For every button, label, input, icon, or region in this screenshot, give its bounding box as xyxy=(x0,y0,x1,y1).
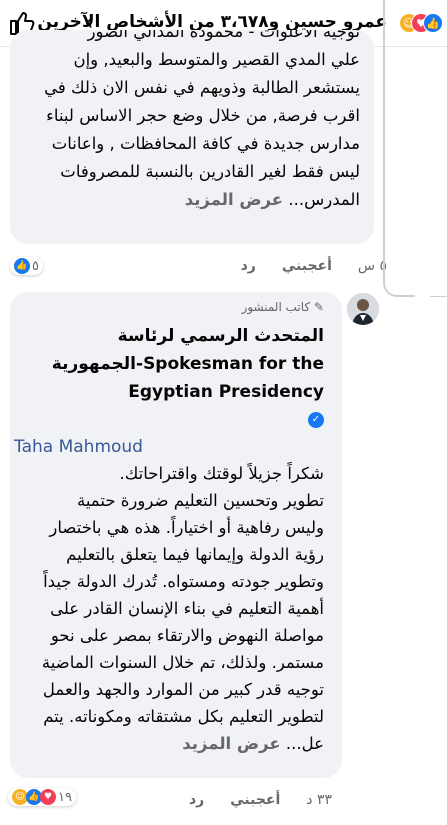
reply-line: مستمر. ولذلك، تم خلال السنوات الماضية xyxy=(41,653,324,672)
reply-time[interactable]: ٣٣ د xyxy=(306,792,332,808)
see-more-link[interactable]: عرض المزيد xyxy=(182,734,280,753)
official-reply-bubble: ✎ كاتب المنشور المتحدث الرسمي لرئاسة Spo… xyxy=(10,292,342,778)
like-button[interactable]: أعجبني xyxy=(282,258,332,274)
reply-line: أهمية التعليم في بناء الإنسان القادر على xyxy=(50,599,324,618)
author-badge: ✎ كاتب المنشور xyxy=(14,300,324,322)
reaction-count[interactable]: 👍 ٥ xyxy=(10,257,43,275)
comment-text: توجيه الاعلوات - محموده المدالي الصور عل… xyxy=(20,30,360,214)
tagged-user-link[interactable]: Taha Mahmoud xyxy=(14,434,324,460)
comment-line: توجيه الاعلوات - محموده المدالي الصور xyxy=(87,30,360,41)
comment-line: ليس فقط لغير القادرين بالنسبة للمصروفات xyxy=(60,162,360,181)
reply-line: عل... xyxy=(285,734,324,753)
comment-line: المدرس... xyxy=(288,190,360,209)
author-badge-label: كاتب المنشور xyxy=(241,300,311,314)
reply-button[interactable]: رد xyxy=(189,792,204,808)
author-name-line: Spokesman for the-الجمهورية xyxy=(51,354,324,374)
reply-text: شكراً جزيلاً لوقتك واقتراحاتك. تطوير وتح… xyxy=(14,460,324,757)
like-icon: 👍 xyxy=(14,258,30,274)
comment-line: علي المدي القصير والمتوسط والبعيد, وإن xyxy=(73,50,360,69)
reply-line: وتطوير جودته ومستواه. تُدرك الدولة جيداً xyxy=(43,572,324,591)
comment-bubble: توجيه الاعلوات - محموده المدالي الصور عل… xyxy=(10,30,374,244)
comment-line: يستشعر الطالبة وذويهم في نفس الان ذلك في xyxy=(44,78,360,97)
reply-line: رؤية الدولة وإيمانها فيما يتعلق بالتعليم xyxy=(66,545,324,564)
reaction-count-value: ١٩ xyxy=(58,789,72,805)
author-name-line: المتحدث الرسمي لرئاسة xyxy=(117,326,324,346)
reply-line: وليس رفاهية أو اختياراً. هذه هي باختصار xyxy=(49,518,324,537)
thread-line xyxy=(383,0,385,250)
verified-badge-icon: ✓ xyxy=(308,412,324,428)
reply-line: توجيه قدر كبير من الموارد والجهد والعمل xyxy=(42,680,324,699)
avatar[interactable] xyxy=(347,293,379,325)
reply-line: لتطوير التعليم بكل مشتقاته ومكوناته. يتم xyxy=(43,707,324,726)
thread-connector xyxy=(383,250,415,297)
comment-actions: ٥ س أعجبني رد xyxy=(241,258,387,274)
comment-line: مدارس جديدة في كافة المحافظات , واعانات xyxy=(51,134,360,153)
author-name-line: Egyptian Presidency xyxy=(128,382,324,402)
reply-line: تطوير وتحسين التعليم ضرورة حتمية xyxy=(76,491,324,510)
see-more-link[interactable]: عرض المزيد xyxy=(185,190,283,209)
reply-line: شكراً جزيلاً لوقتك واقتراحاتك. xyxy=(119,464,324,483)
reaction-count[interactable]: ☺ 👍 ♥ ١٩ xyxy=(8,788,76,806)
reaction-count-value: ٥ xyxy=(32,258,39,274)
pencil-icon: ✎ xyxy=(313,300,324,314)
comment-line: اقرب فرصة, من خلال وضع حجر الاساس لبناء xyxy=(46,106,360,125)
like-button[interactable]: أعجبني xyxy=(230,792,280,808)
love-icon: ♥ xyxy=(40,789,56,805)
reply-line: مواصلة النهوض والارتقاء بمصر على نحو xyxy=(50,626,324,645)
author-name[interactable]: المتحدث الرسمي لرئاسة Spokesman for the-… xyxy=(14,322,324,434)
divider xyxy=(430,296,447,297)
reply-actions: ٣٣ د أعجبني رد xyxy=(189,792,332,808)
reply-button[interactable]: رد xyxy=(241,258,256,274)
